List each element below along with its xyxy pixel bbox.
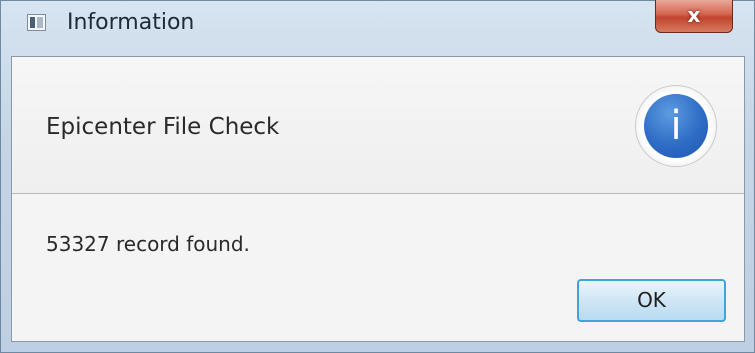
- dialog-window: Information x Epicenter File Check i 533…: [0, 0, 755, 353]
- information-glyph: i: [644, 94, 708, 158]
- dialog-content: Epicenter File Check i 53327 record foun…: [11, 56, 745, 342]
- close-button[interactable]: x: [655, 0, 733, 33]
- window-app-icon: [27, 14, 46, 31]
- message-text: 53327 record found.: [46, 232, 250, 256]
- header-text: Epicenter File Check: [46, 114, 280, 140]
- information-icon: i: [636, 86, 716, 166]
- window-title: Information: [67, 10, 195, 35]
- ok-button[interactable]: OK: [577, 279, 726, 322]
- dialog-header: Epicenter File Check i: [12, 57, 744, 194]
